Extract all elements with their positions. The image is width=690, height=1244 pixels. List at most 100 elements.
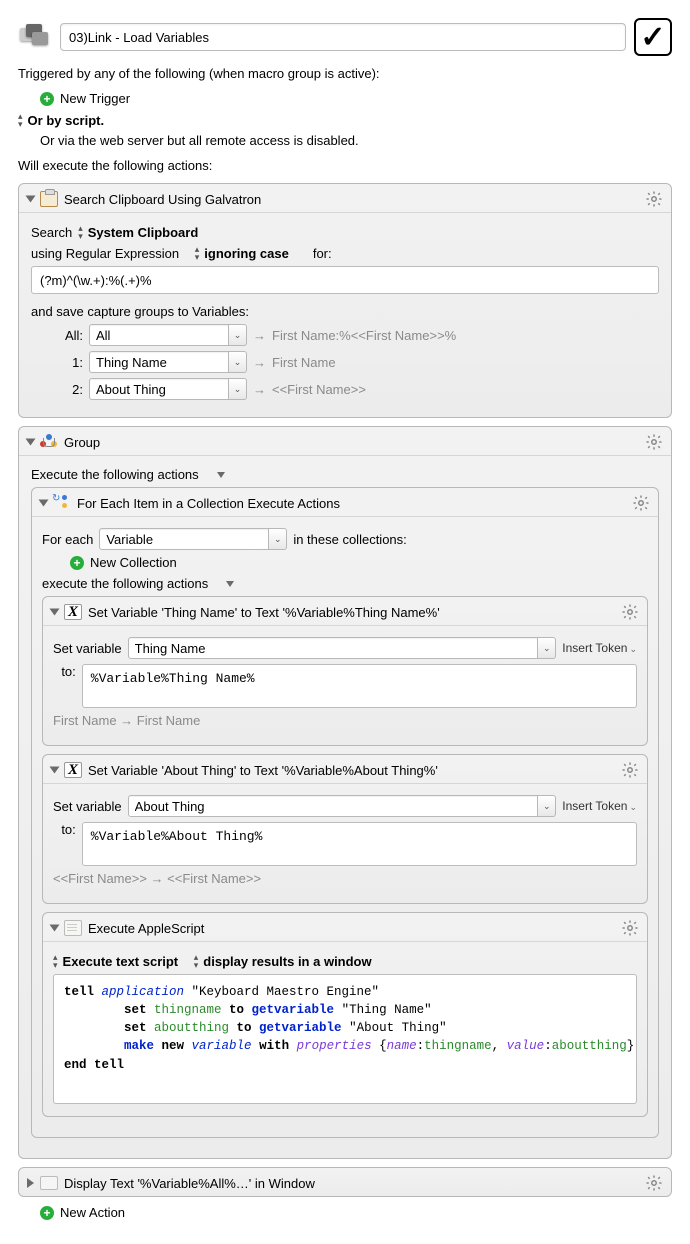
variable-name-field[interactable]: ⌄ xyxy=(128,795,557,817)
execute-actions-label: execute the following actions xyxy=(42,576,208,591)
group-label: All: xyxy=(31,328,83,343)
insert-token-menu[interactable]: Insert Token⌄ xyxy=(562,799,637,813)
capture-field-1[interactable]: ⌄ xyxy=(89,351,247,373)
or-by-script-row[interactable]: Or by script. xyxy=(18,112,672,128)
action-group: Group Execute the following actions For … xyxy=(18,426,672,1159)
in-collections-label: in these collections: xyxy=(293,532,406,547)
capture-hint: First Name xyxy=(272,355,336,370)
capture-field-2[interactable]: ⌄ xyxy=(89,378,247,400)
updown-icon[interactable] xyxy=(53,953,57,969)
variable-icon: X xyxy=(64,604,82,620)
disclosure-toggle[interactable] xyxy=(26,439,36,446)
action-title: Set Variable 'About Thing' to Text '%Var… xyxy=(88,763,438,778)
macro-title-input[interactable] xyxy=(60,23,626,51)
gear-icon[interactable] xyxy=(645,190,663,208)
regex-input[interactable] xyxy=(31,266,659,294)
loop-icon xyxy=(53,495,71,511)
to-label: to: xyxy=(53,664,76,679)
applescript-code[interactable]: tell application "Keyboard Maestro Engin… xyxy=(53,974,637,1104)
search-source[interactable]: System Clipboard xyxy=(88,225,199,240)
action-display-text: Display Text '%Variable%All%…' in Window xyxy=(18,1167,672,1197)
macro-header: ✓ xyxy=(18,18,672,56)
arrow-icon: → xyxy=(253,328,266,343)
action-title: For Each Item in a Collection Execute Ac… xyxy=(77,496,340,511)
new-trigger-button[interactable]: + New Trigger xyxy=(40,91,672,106)
chevron-down-icon[interactable]: ⌄ xyxy=(538,637,556,659)
disclosure-toggle[interactable] xyxy=(39,500,49,507)
group-label: 2: xyxy=(31,382,83,397)
new-action-button[interactable]: + New Action xyxy=(40,1205,672,1220)
clipboard-icon xyxy=(40,191,58,207)
arrow-icon: → xyxy=(253,355,266,370)
gear-icon[interactable] xyxy=(621,919,639,937)
foreach-variable-field[interactable]: ⌄ xyxy=(99,528,287,550)
plus-icon: + xyxy=(40,1206,54,1220)
new-trigger-label: New Trigger xyxy=(60,91,130,106)
chevron-down-icon[interactable]: ⌄ xyxy=(538,795,556,817)
to-label: to: xyxy=(53,822,76,837)
chevron-down-icon[interactable]: ⌄ xyxy=(229,378,247,400)
display-results-option[interactable]: display results in a window xyxy=(203,954,371,969)
webserver-note: Or via the web server but all remote acc… xyxy=(40,133,672,148)
set-variable-label: Set variable xyxy=(53,641,122,656)
action-search-clipboard: Search Clipboard Using Galvatron Search … xyxy=(18,183,672,418)
set-variable-label: Set variable xyxy=(53,799,122,814)
disclosure-toggle[interactable] xyxy=(217,472,225,478)
updown-icon[interactable] xyxy=(78,224,82,240)
gear-icon[interactable] xyxy=(621,603,639,621)
macro-enabled-toggle[interactable]: ✓ xyxy=(634,18,672,56)
variable-name-field[interactable]: ⌄ xyxy=(128,637,557,659)
updown-icon[interactable] xyxy=(194,953,198,969)
macro-icon xyxy=(18,20,52,54)
chevron-down-icon[interactable]: ⌄ xyxy=(269,528,287,550)
group-icon xyxy=(40,434,58,450)
disclosure-toggle[interactable] xyxy=(50,609,60,616)
actions-intro: Will execute the following actions: xyxy=(18,158,672,173)
updown-icon[interactable] xyxy=(195,245,199,261)
action-title: Search Clipboard Using Galvatron xyxy=(64,192,261,207)
gear-icon[interactable] xyxy=(621,761,639,779)
chevron-down-icon[interactable]: ⌄ xyxy=(229,351,247,373)
script-icon xyxy=(64,920,82,936)
disclosure-toggle[interactable] xyxy=(50,767,60,774)
search-label: Search xyxy=(31,225,72,240)
gear-icon[interactable] xyxy=(645,1174,663,1192)
to-text-input[interactable] xyxy=(82,822,637,866)
new-collection-label: New Collection xyxy=(90,555,177,570)
ignoring-case[interactable]: ignoring case xyxy=(204,246,289,261)
new-collection-button[interactable]: + New Collection xyxy=(70,555,648,570)
capture-field-all[interactable]: ⌄ xyxy=(89,324,247,346)
to-text-input[interactable] xyxy=(82,664,637,708)
disclosure-toggle[interactable] xyxy=(27,1178,34,1188)
action-title: Group xyxy=(64,435,100,450)
variable-icon: X xyxy=(64,762,82,778)
preview-hint: <<First Name>> → <<First Name>> xyxy=(53,871,637,886)
disclosure-toggle[interactable] xyxy=(26,196,36,203)
action-title: Execute AppleScript xyxy=(88,921,204,936)
triggers-intro: Triggered by any of the following (when … xyxy=(18,66,672,81)
capture-hint: First Name:%<<First Name>>% xyxy=(272,328,456,343)
save-groups-label: and save capture groups to Variables: xyxy=(31,304,249,319)
chevron-down-icon[interactable]: ⌄ xyxy=(229,324,247,346)
gear-icon[interactable] xyxy=(645,433,663,451)
window-icon xyxy=(40,1176,58,1190)
action-set-variable-2: X Set Variable 'About Thing' to Text '%V… xyxy=(42,754,648,904)
group-label: 1: xyxy=(31,355,83,370)
disclosure-toggle[interactable] xyxy=(226,581,234,587)
execute-text-script-option[interactable]: Execute text script xyxy=(63,954,179,969)
for-each-label: For each xyxy=(42,532,93,547)
action-title: Display Text '%Variable%All%…' in Window xyxy=(64,1176,315,1191)
execute-actions-label: Execute the following actions xyxy=(31,467,199,482)
or-by-script-label: Or by script. xyxy=(28,113,105,128)
arrow-icon: → xyxy=(253,382,266,397)
for-label: for: xyxy=(313,246,332,261)
gear-icon[interactable] xyxy=(632,494,650,512)
new-action-label: New Action xyxy=(60,1205,125,1220)
insert-token-menu[interactable]: Insert Token⌄ xyxy=(562,641,637,655)
preview-hint: First Name → First Name xyxy=(53,713,637,728)
plus-icon: + xyxy=(40,92,54,106)
action-for-each: For Each Item in a Collection Execute Ac… xyxy=(31,487,659,1138)
disclosure-toggle[interactable] xyxy=(50,925,60,932)
capture-hint: <<First Name>> xyxy=(272,382,366,397)
updown-icon xyxy=(18,112,22,128)
